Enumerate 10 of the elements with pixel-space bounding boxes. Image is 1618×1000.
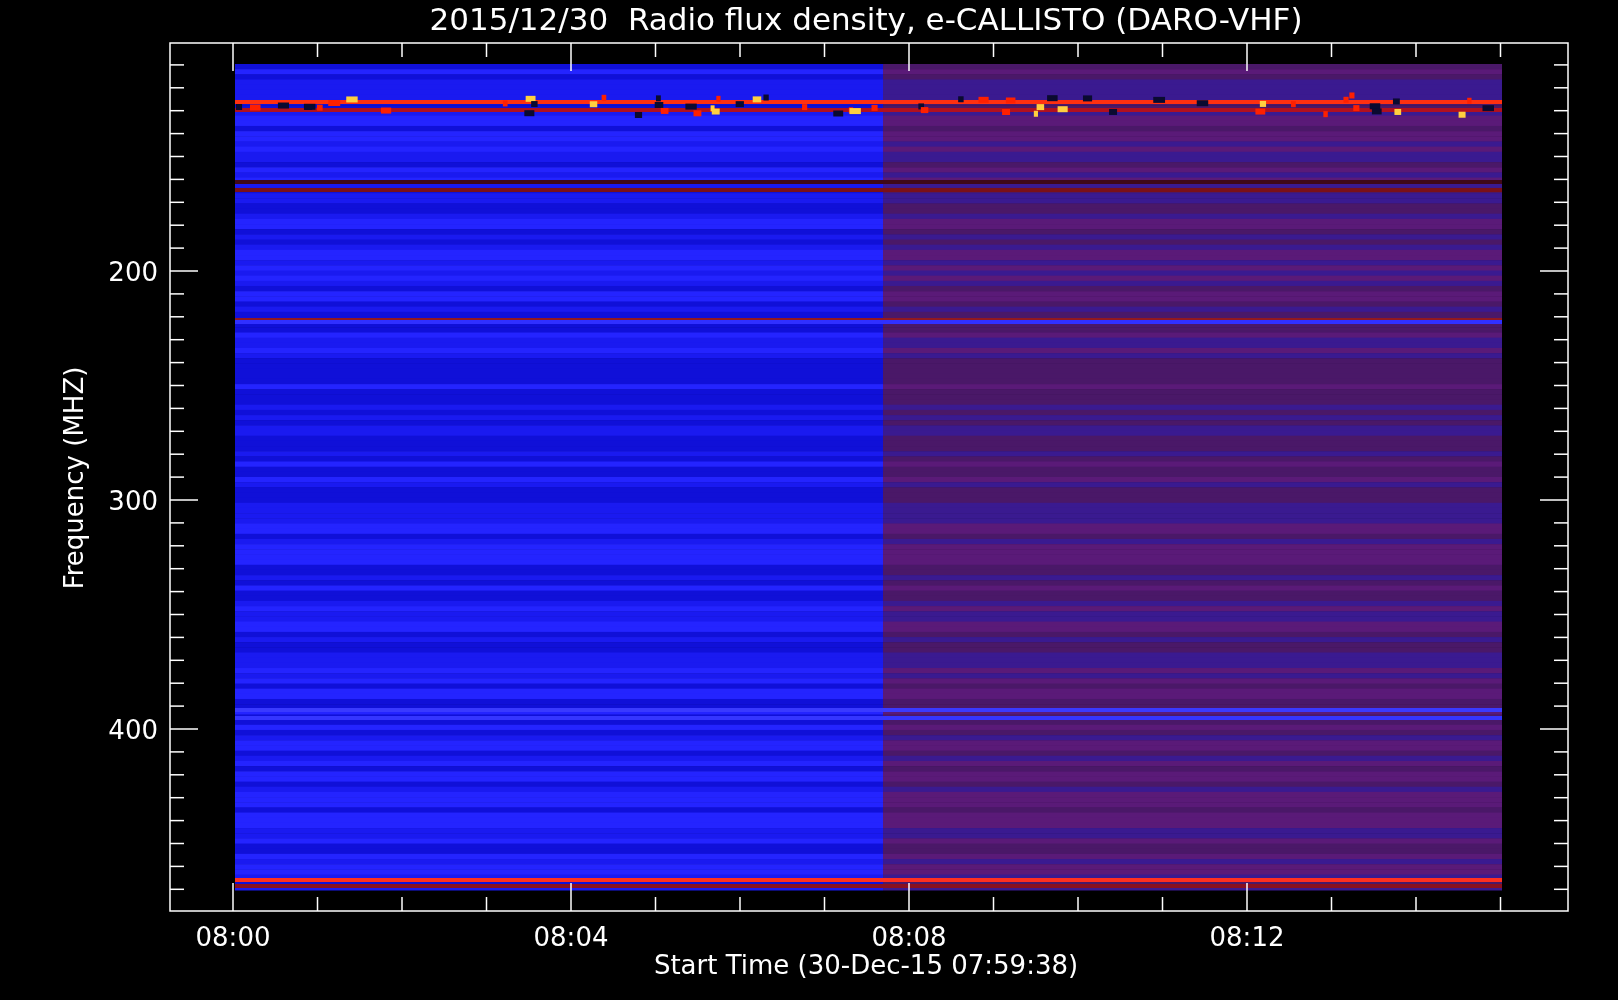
y-tick-label: 400 <box>108 715 158 745</box>
x-tick-label: 08:12 <box>1209 922 1285 952</box>
x-tick-label: 08:00 <box>195 922 271 952</box>
y-tick-label: 200 <box>108 257 158 287</box>
y-axis-title: Frequency (MHZ) <box>59 366 89 590</box>
y-tick-label: 300 <box>108 486 158 516</box>
x-tick-label: 08:04 <box>533 922 609 952</box>
chart-title: 2015/12/30 Radio flux density, e-CALLISTO (DARO-VHF) <box>429 1 1303 37</box>
x-tick-label: 08:08 <box>871 922 947 952</box>
x-axis-title: Start Time (30-Dec-15 07:59:38) <box>653 950 1079 980</box>
